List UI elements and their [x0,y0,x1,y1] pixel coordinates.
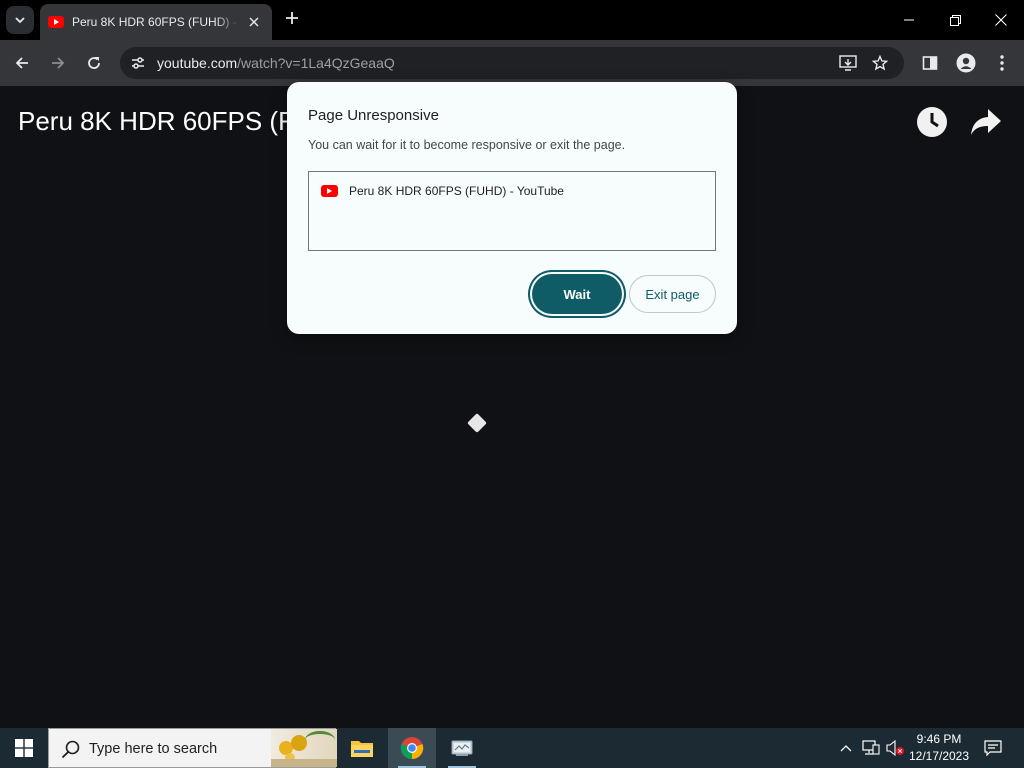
search-icon [61,740,80,759]
taskbar: Type here to search 9:46 PM 12/17/2023 [0,728,1024,768]
url-text: youtube.com/watch?v=1La4QzGeaaQ [157,55,395,71]
side-panel-icon [922,56,938,70]
dialog-message: You can wait for it to become responsive… [308,138,626,152]
close-icon [995,14,1007,26]
star-icon [872,55,888,71]
browser-tab[interactable]: Peru 8K HDR 60FPS (FUHD) - YouTube [40,4,272,40]
page-unresponsive-dialog: Page Unresponsive You can wait for it to… [287,82,737,334]
youtube-icon [321,185,338,197]
chevron-up-icon [840,745,852,752]
dialog-title: Page Unresponsive [308,107,439,124]
search-placeholder: Type here to search [89,741,218,757]
browser-toolbar: youtube.com/watch?v=1La4QzGeaaQ [0,40,1024,86]
restore-button[interactable] [932,0,978,40]
close-tab-button[interactable] [244,12,264,32]
file-explorer-icon [351,741,373,757]
network-app-icon [451,740,473,756]
taskbar-chrome[interactable] [388,728,436,768]
install-app-button[interactable] [834,49,862,77]
network-tray-button[interactable] [860,728,882,768]
chrome-icon [400,737,424,760]
address-bar[interactable]: youtube.com/watch?v=1La4QzGeaaQ [120,47,904,79]
side-panel-button[interactable] [916,49,944,77]
arrow-left-icon [15,57,28,69]
forward-button[interactable] [44,49,72,77]
close-window-button[interactable] [978,0,1024,40]
share-button[interactable] [968,106,1004,138]
volume-tray-button[interactable] [884,728,906,768]
volume-muted-icon [886,740,904,756]
network-icon [862,740,880,755]
close-icon [249,17,259,27]
start-button[interactable] [0,728,48,768]
site-info-button[interactable] [126,51,150,75]
taskbar-search-box[interactable]: Type here to search [48,728,337,768]
unresponsive-page-list: Peru 8K HDR 60FPS (FUHD) - YouTube [308,171,716,251]
back-button[interactable] [8,49,36,77]
tab-search-button[interactable] [6,6,34,34]
new-tab-button[interactable] [280,8,304,32]
install-icon [839,55,857,71]
list-item: Peru 8K HDR 60FPS (FUHD) - YouTube [321,184,564,198]
show-hidden-icons-button[interactable] [836,728,856,768]
url-path: /watch?v=1La4QzGeaaQ [237,55,395,71]
url-host: youtube.com [157,55,238,71]
minimize-icon [904,19,914,21]
share-icon [971,109,1001,135]
watch-later-button[interactable] [916,106,948,138]
tune-icon [132,57,144,69]
reload-icon [88,57,100,69]
taskbar-file-explorer[interactable] [338,728,386,768]
loading-indicator [467,413,487,433]
wait-button[interactable]: Wait [532,274,622,314]
search-highlight-image [271,729,337,767]
arrow-right-icon [52,57,65,69]
youtube-icon [48,16,64,28]
tab-title: Peru 8K HDR 60FPS (FUHD) - YouTube [72,15,240,29]
system-clock[interactable]: 9:46 PM 12/17/2023 [904,731,974,765]
account-icon [956,53,976,73]
list-item-label: Peru 8K HDR 60FPS (FUHD) - YouTube [349,184,564,198]
more-vert-icon [1000,55,1004,71]
minimize-button[interactable] [886,0,932,40]
taskbar-network-app[interactable] [438,728,486,768]
tab-strip: Peru 8K HDR 60FPS (FUHD) - YouTube [0,0,1024,40]
exit-page-button[interactable]: Exit page [629,275,716,313]
clock-icon [917,107,947,137]
plus-icon [286,12,298,24]
reload-button[interactable] [80,49,108,77]
windows-icon [15,739,33,757]
clock-time: 9:46 PM [916,732,962,746]
notifications-button[interactable] [978,728,1008,768]
clock-date: 12/17/2023 [908,749,970,763]
notification-icon [984,740,1002,756]
restore-icon [949,14,961,26]
chevron-down-icon [15,17,25,24]
bookmark-button[interactable] [866,49,894,77]
profile-button[interactable] [952,49,980,77]
menu-button[interactable] [988,49,1016,77]
